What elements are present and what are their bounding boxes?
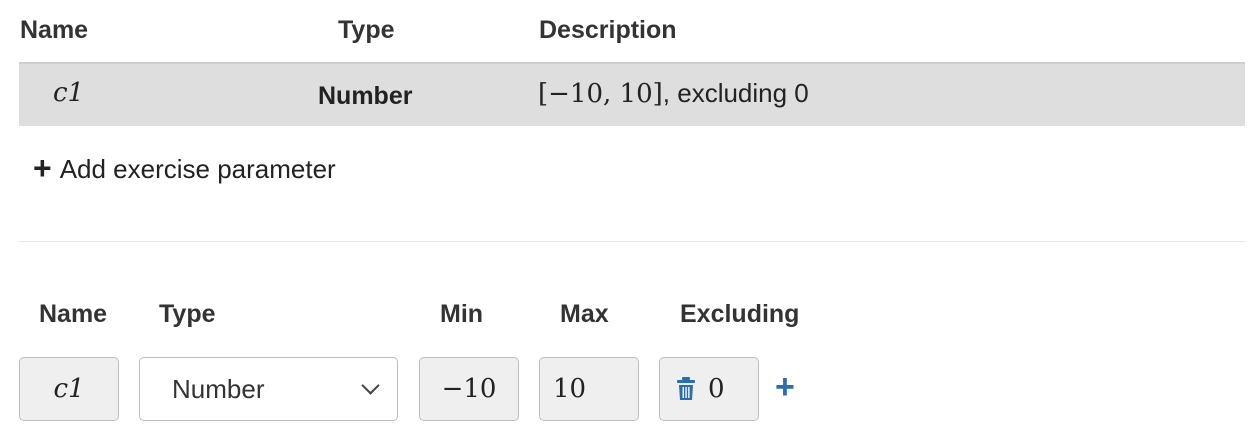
trash-icon[interactable] — [676, 377, 696, 401]
editor-header-max: Max — [560, 300, 609, 328]
row-name: c1 — [53, 78, 85, 108]
header-description: Description — [539, 16, 677, 44]
table-row[interactable]: c1 Number [−10, 10], excluding 0 — [19, 62, 1245, 126]
editor-header-type: Type — [159, 300, 216, 328]
excluding-chip[interactable]: 0 — [659, 357, 759, 421]
add-parameter-label: Add exercise parameter — [59, 154, 336, 184]
editor-header-excluding: Excluding — [680, 300, 800, 328]
chevron-down-icon — [361, 375, 380, 395]
editor-header-name: Name — [39, 300, 108, 328]
row-type: Number — [318, 82, 413, 110]
max-field[interactable]: 10 — [539, 357, 639, 421]
header-type: Type — [338, 16, 395, 44]
row-range: [−10, 10] — [538, 79, 663, 109]
divider — [19, 241, 1245, 242]
type-select-value: Number — [172, 373, 265, 404]
editor-header-min: Min — [440, 300, 484, 328]
type-select[interactable]: Number — [139, 357, 398, 421]
min-field[interactable]: −10 — [419, 357, 519, 421]
excluding-value: 0 — [708, 374, 725, 404]
add-exercise-parameter-button[interactable]: + Add exercise parameter — [33, 149, 336, 186]
row-description: [−10, 10], excluding 0 — [538, 78, 809, 109]
name-field[interactable]: c1 — [19, 357, 119, 421]
plus-icon: + — [33, 149, 52, 186]
row-desc-suffix: , excluding 0 — [662, 78, 809, 108]
summary-table-header: Name Type Description — [0, 14, 1260, 50]
plus-icon[interactable]: + — [775, 370, 795, 404]
header-name: Name — [20, 16, 89, 44]
